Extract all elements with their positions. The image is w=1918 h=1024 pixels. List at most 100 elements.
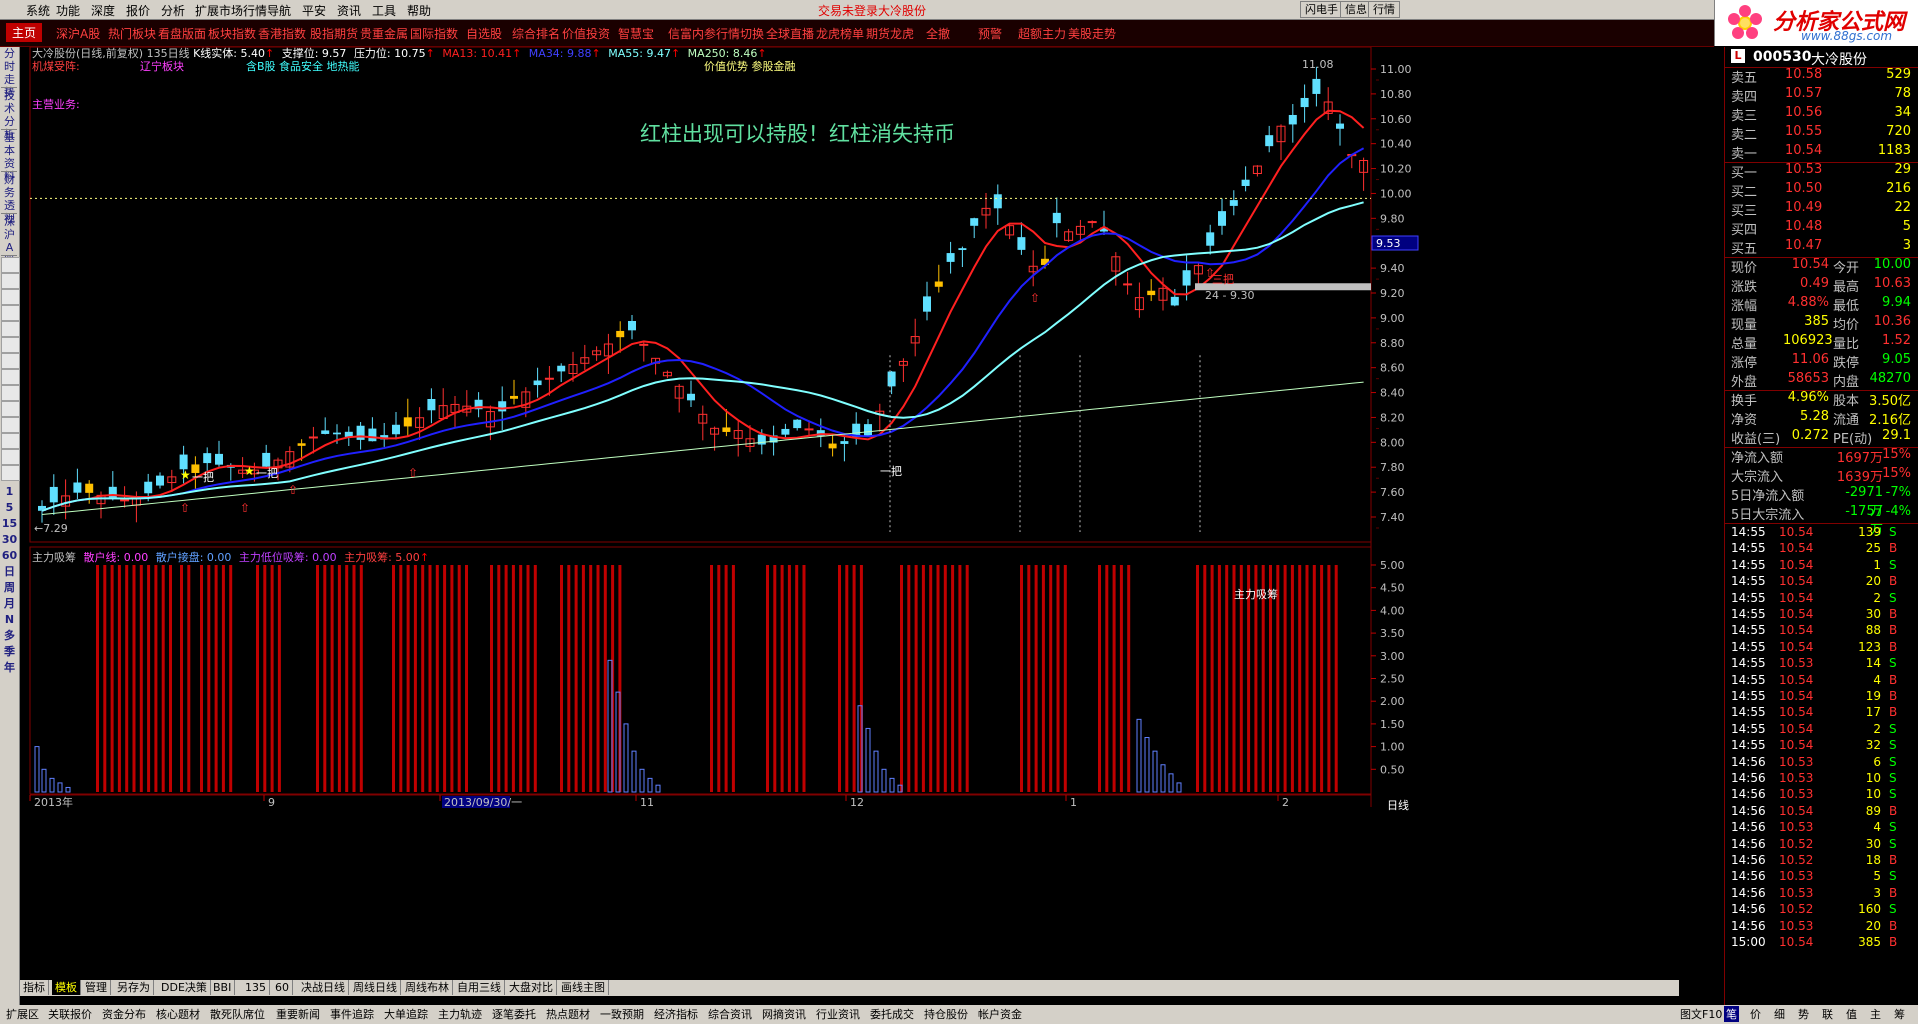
period-item[interactable]: 季: [1, 645, 18, 660]
period-item[interactable]: 年: [1, 661, 18, 676]
nav-item[interactable]: 期货龙虎: [866, 25, 914, 42]
sidebar-item[interactable]: 财务透视: [1, 173, 18, 225]
bottom-tab[interactable]: 资金分布: [100, 1006, 148, 1022]
indicator-dmi-icon[interactable]: [1, 305, 20, 321]
indicator-tab[interactable]: 自用三线: [454, 980, 505, 995]
menu-item[interactable]: 导航: [267, 2, 291, 19]
nav-item[interactable]: 全球直播: [766, 25, 814, 42]
period-item[interactable]: 月: [1, 597, 18, 612]
indicator-tab[interactable]: 管理: [82, 980, 111, 995]
indicator-ma-icon[interactable]: [1, 257, 20, 273]
panel-tab[interactable]: 筹: [1892, 1006, 1907, 1022]
nav-item[interactable]: 美股走势: [1068, 25, 1116, 42]
period-item[interactable]: 日: [1, 565, 18, 580]
nav-item[interactable]: 智慧宝: [618, 25, 654, 42]
panel-tab[interactable]: 笔: [1724, 1006, 1739, 1022]
menu-item[interactable]: 报价: [126, 2, 150, 19]
period-item[interactable]: N: [1, 613, 18, 628]
login-status[interactable]: 交易未登录: [818, 2, 878, 19]
nav-item[interactable]: 自选股: [466, 25, 502, 42]
indicator-tab[interactable]: 135: [242, 980, 270, 995]
nav-item[interactable]: 预警: [978, 25, 1002, 42]
indicator-macd-icon[interactable]: [1, 273, 20, 289]
indicator-tab[interactable]: 周线日线: [350, 980, 401, 995]
menu-item[interactable]: 平安: [302, 2, 326, 19]
panel-tab[interactable]: 细: [1772, 1006, 1787, 1022]
bottom-tab[interactable]: 网摘资讯: [760, 1006, 808, 1022]
bottom-tab[interactable]: 关联报价: [46, 1006, 94, 1022]
indicator-kdj-icon[interactable]: [1, 289, 20, 305]
panel-tab[interactable]: 主: [1868, 1006, 1883, 1022]
bottom-tab[interactable]: 大单追踪: [382, 1006, 430, 1022]
bottom-tab[interactable]: 核心题材: [154, 1006, 202, 1022]
sidebar-item[interactable]: 基本资料: [1, 131, 18, 183]
period-item[interactable]: 1: [1, 485, 18, 500]
nav-item[interactable]: 价值投资: [562, 25, 610, 42]
indicator-tab[interactable]: 60: [272, 980, 293, 995]
nav-item[interactable]: 信富内参: [668, 25, 716, 42]
indicator-tab[interactable]: 大盘对比: [506, 980, 557, 995]
period-item[interactable]: 周: [1, 581, 18, 596]
nav-item[interactable]: 主页: [6, 23, 43, 42]
bottom-tab[interactable]: 扩展区: [4, 1006, 41, 1022]
menu-item[interactable]: 分析: [161, 2, 185, 19]
quote-button[interactable]: 行情: [1368, 1, 1400, 18]
indicator-tab[interactable]: 另存为: [114, 980, 154, 995]
bottom-tab[interactable]: 逐笔委托: [490, 1006, 538, 1022]
period-item[interactable]: 5: [1, 501, 18, 516]
bottom-tab[interactable]: 委托成交: [868, 1006, 916, 1022]
period-item[interactable]: 30: [1, 533, 18, 548]
menu-item[interactable]: 帮助: [407, 2, 431, 19]
indicator-sar-icon[interactable]: [1, 465, 20, 481]
nav-item[interactable]: 看盘版面: [158, 25, 206, 42]
bottom-tab[interactable]: 主力轨迹: [436, 1006, 484, 1022]
menu-item[interactable]: 扩展市场行情: [195, 2, 267, 19]
sidebar-item[interactable]: 分时走势: [1, 47, 18, 99]
indicator-tab[interactable]: 画线主图: [558, 980, 609, 995]
nav-item[interactable]: 龙虎榜单: [816, 25, 864, 42]
kline-chart-svg[interactable]: 11.0010.8010.6010.4010.2010.009.809.609.…: [20, 47, 1679, 980]
bottom-tab[interactable]: 帐户资金: [976, 1006, 1024, 1022]
flash-trade-button[interactable]: 闪电手: [1300, 1, 1343, 18]
bottom-tab[interactable]: 热点题材: [544, 1006, 592, 1022]
indicator-rsi-icon[interactable]: [1, 321, 20, 337]
menu-item[interactable]: 工具: [372, 2, 396, 19]
bottom-tab[interactable]: 重要新闻: [274, 1006, 322, 1022]
nav-item[interactable]: 板块指数: [208, 25, 256, 42]
nav-item[interactable]: 香港指数: [258, 25, 306, 42]
indicator-obv-icon[interactable]: [1, 369, 20, 385]
menu-item[interactable]: 深度: [91, 2, 115, 19]
indicator-wr-icon[interactable]: [1, 385, 20, 401]
period-item[interactable]: 多: [1, 629, 18, 644]
indicator-tab[interactable]: 模板: [52, 980, 81, 995]
indicator-tab[interactable]: 指标: [20, 980, 49, 995]
sidebar-item[interactable]: 技术分析: [1, 89, 18, 141]
panel-tab[interactable]: 联: [1820, 1006, 1835, 1022]
nav-item[interactable]: 深沪A股: [56, 25, 100, 42]
indicator-trix-icon[interactable]: [1, 449, 20, 465]
nav-item[interactable]: 贵重金属: [360, 25, 408, 42]
menu-item[interactable]: 功能: [56, 2, 80, 19]
indicator-tab[interactable]: 决战日线: [298, 980, 349, 995]
bottom-tab[interactable]: 持仓股份: [922, 1006, 970, 1022]
indicator-tab[interactable]: BBI: [210, 980, 236, 995]
indicator-tab[interactable]: DDE决策: [158, 980, 211, 995]
indicator-psy-icon[interactable]: [1, 433, 20, 449]
nav-item[interactable]: 综合排名: [512, 25, 560, 42]
menu-item[interactable]: 资讯: [337, 2, 361, 19]
indicator-tab[interactable]: 周线布林: [402, 980, 453, 995]
panel-tab[interactable]: 值: [1844, 1006, 1859, 1022]
logo-url[interactable]: www.88gs.com: [1801, 29, 1892, 43]
bottom-tab[interactable]: 散死队席位: [208, 1006, 267, 1022]
panel-tab[interactable]: 价: [1748, 1006, 1763, 1022]
bottom-tab[interactable]: 行业资讯: [814, 1006, 862, 1022]
nav-item[interactable]: 股指期货: [310, 25, 358, 42]
bottom-tab[interactable]: 一致预期: [598, 1006, 646, 1022]
indicator-boll-icon[interactable]: [1, 337, 20, 353]
indicator-bias-icon[interactable]: [1, 417, 20, 433]
bottom-tab[interactable]: 经济指标: [652, 1006, 700, 1022]
nav-item[interactable]: 超额主力: [1018, 25, 1066, 42]
indicator-cci-icon[interactable]: [1, 401, 20, 417]
period-item[interactable]: 15: [1, 517, 18, 532]
sidebar-item[interactable]: 深沪A股: [1, 215, 18, 267]
